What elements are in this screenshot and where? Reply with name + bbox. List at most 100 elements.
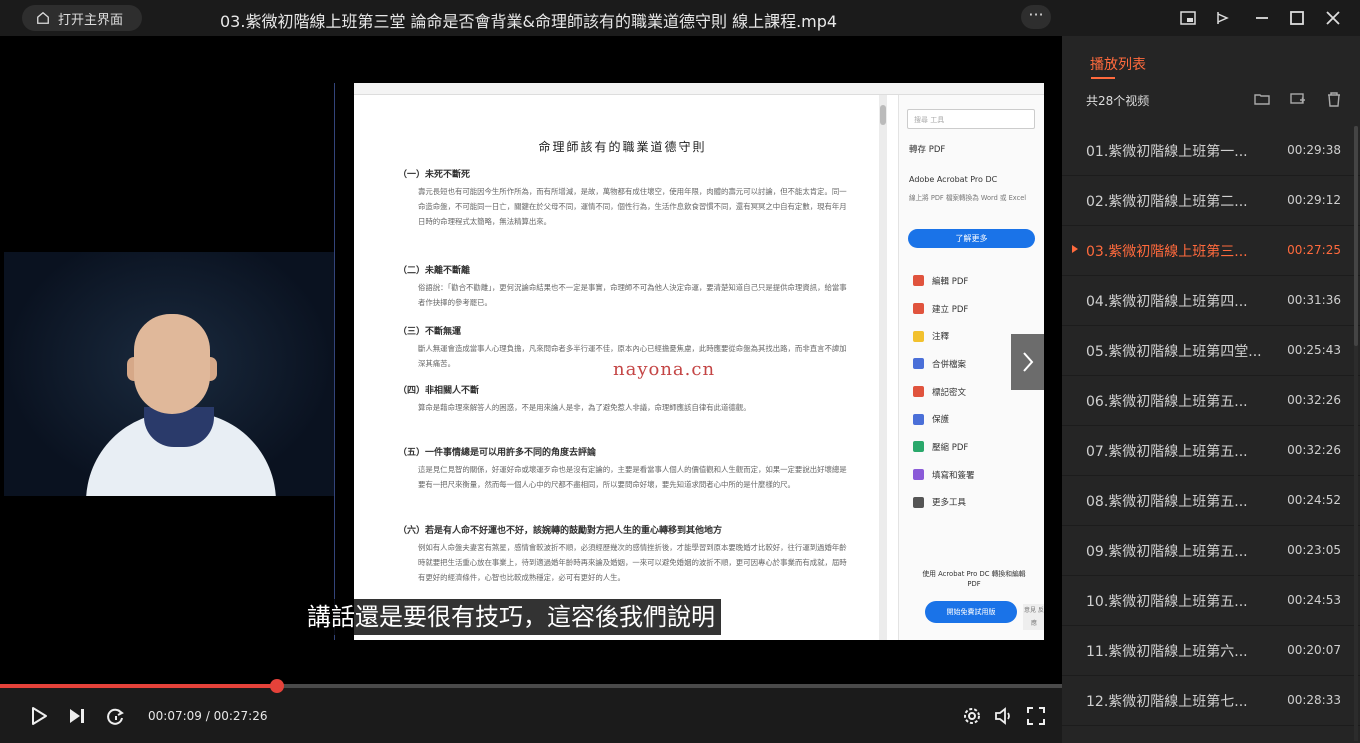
next-track-button[interactable] (65, 704, 89, 728)
video-count: 共28个视频 (1086, 94, 1150, 108)
subtitle-caption: 講話還是要很有技巧，這容後我們說明 (301, 599, 721, 635)
loop-icon (107, 708, 124, 725)
list-item[interactable]: 08.紫微初階線上班第五... 00:24:52 (1062, 476, 1360, 526)
skip-next-icon (70, 709, 84, 723)
compress-icon (913, 441, 924, 453)
comment-icon (913, 330, 924, 342)
open-main-window-button[interactable]: 打开主界面 (22, 5, 142, 31)
list-item[interactable]: 02.紫微初階線上班第二... 00:29:12 (1062, 176, 1360, 226)
product-name: Adobe Acrobat Pro DC (909, 175, 998, 184)
list-item-now-playing[interactable]: 03.紫微初階線上班第三... 00:27:25 (1062, 226, 1360, 276)
open-folder-button[interactable] (1254, 91, 1270, 107)
chevron-right-icon (1022, 352, 1033, 372)
shield-icon (913, 413, 924, 425)
pin-icon (1217, 12, 1229, 24)
sign-icon (913, 469, 924, 481)
section-5: （五）一件事情總是可以用許多不同的角度去評論 這是見仁見智的關係，好運好命或壞運… (398, 448, 847, 489)
feedback-tab: 意見 反應 (1023, 604, 1044, 630)
close-icon (1326, 11, 1340, 25)
edit-pdf-icon (913, 275, 924, 287)
section-2: （二）未離不斷離 俗語說：「勸合不勸離」，更何況論命結果也不一定是事實，命理師不… (398, 266, 847, 307)
presenter-webcam (4, 252, 334, 496)
time-display: 00:07:09 / 00:27:26 (148, 709, 267, 723)
list-item[interactable]: 04.紫微初階線上班第四... 00:31:36 (1062, 276, 1360, 326)
player-controls: 00:07:09 / 00:27:26 (0, 679, 1062, 743)
volume-button[interactable] (993, 705, 1015, 727)
play-icon (32, 707, 47, 725)
video-title: 03.紫微初階線上班第三堂 論命是否會背業&命理師該有的職業道德守則 線上課程.… (220, 12, 838, 31)
product-description: 線上將 PDF 檔案轉換為 Word 或 Excel (909, 194, 1027, 202)
now-playing-icon (1072, 245, 1078, 253)
learn-more-button: 了解更多 (908, 229, 1035, 248)
folder-icon (1254, 94, 1270, 105)
list-item[interactable]: 01.紫微初階線上班第一... 00:29:38 (1062, 126, 1360, 176)
tool-item: 標記密文 (913, 378, 975, 406)
section-6: （六）若是有人命不好運也不好，該婉轉的鼓勵對方把人生的重心轉移到其他地方 例如有… (398, 526, 847, 582)
picture-in-picture-icon (1180, 11, 1196, 25)
gear-icon (964, 708, 980, 724)
total-time: 00:27:26 (213, 709, 268, 723)
list-item[interactable]: 11.紫微初階線上班第六... 00:20:07 (1062, 626, 1360, 676)
trash-icon (1328, 92, 1340, 107)
promo-text: 使用 Acrobat Pro DC 轉換和編輯 PDF (922, 570, 1026, 588)
fullscreen-icon (1027, 707, 1045, 725)
tab-playlist[interactable]: 播放列表 (1090, 54, 1146, 74)
volume-icon (995, 707, 1010, 725)
free-trial-button: 開始免費試用版 (925, 601, 1017, 623)
progress-played (0, 684, 278, 688)
combine-files-icon (913, 358, 924, 370)
tool-item: 填寫和簽署 (913, 461, 975, 489)
playlist-add-icon (1290, 93, 1305, 104)
open-main-window-label: 打开主界面 (58, 12, 124, 28)
tool-item: 注釋 (913, 322, 975, 350)
more-options-button[interactable]: ··· (1021, 5, 1051, 29)
section-1: （一）未死不斷死 壽元長短也有可能因今生所作所為，而有所增減，是故，萬物都有成住… (398, 170, 847, 226)
close-button[interactable] (1321, 6, 1345, 30)
pin-on-top-button[interactable] (1211, 6, 1235, 30)
loop-mode-button[interactable] (103, 704, 127, 728)
clear-list-button[interactable] (1326, 91, 1342, 107)
playlist-panel: 播放列表 共28个视频 01.紫微初階線上班第一... 00:29:38 02.紫… (1062, 36, 1360, 743)
list-item[interactable]: 09.紫微初階線上班第五... 00:23:05 (1062, 526, 1360, 576)
next-video-button[interactable] (1011, 334, 1044, 390)
list-item[interactable]: 07.紫微初階線上班第五... 00:32:26 (1062, 426, 1360, 476)
time-separator: / (201, 709, 214, 723)
fullscreen-button[interactable] (1025, 705, 1047, 727)
more-tools-icon (913, 496, 924, 508)
watermark: nayona.cn (613, 359, 716, 380)
list-item[interactable]: 10.紫微初階線上班第五... 00:24:53 (1062, 576, 1360, 626)
home-icon (37, 11, 49, 24)
progress-handle[interactable] (270, 679, 285, 693)
settings-button[interactable] (961, 705, 983, 727)
redact-icon (913, 386, 924, 398)
minimize-button[interactable] (1250, 6, 1274, 30)
play-button[interactable] (27, 704, 51, 728)
tool-search-field: 搜尋 工具 (907, 109, 1035, 129)
tool-item: 保護 (913, 405, 975, 433)
playlist-scrollbar[interactable] (1354, 126, 1358, 741)
document-title: 命理師該有的職業道德守則 (538, 140, 707, 154)
title-bar: 打开主界面 03.紫微初階線上班第三堂 論命是否會背業&命理師該有的職業道德守則… (0, 0, 1360, 36)
presenter-face (134, 314, 210, 414)
video-frame[interactable]: 命理師該有的職業道德守則 （一）未死不斷死 壽元長短也有可能因今生所作所為，而有… (0, 36, 1062, 686)
pdf-scrollbar (879, 95, 887, 640)
export-pdf-label: 轉存 PDF (909, 145, 946, 155)
list-item[interactable]: 05.紫微初階線上班第四堂... 00:25:43 (1062, 326, 1360, 376)
tool-list: 編輯 PDF 建立 PDF 注釋 合併檔案 標記密文 保護 壓縮 PDF 填寫和… (913, 267, 975, 516)
list-item[interactable]: 12.紫微初階線上班第七... 00:28:33 (1062, 676, 1360, 726)
tool-item: 更多工具 (913, 489, 975, 517)
create-pdf-icon (913, 303, 924, 315)
tool-item: 編輯 PDF (913, 267, 975, 295)
playlist: 01.紫微初階線上班第一... 00:29:38 02.紫微初階線上班第二... 0… (1062, 126, 1360, 726)
add-to-list-button[interactable] (1290, 91, 1306, 107)
current-time: 00:07:09 (148, 709, 202, 723)
tool-item: 建立 PDF (913, 295, 975, 323)
maximize-button[interactable] (1285, 6, 1309, 30)
pdf-toolbar (354, 83, 1044, 95)
maximize-icon (1290, 11, 1304, 25)
picture-in-picture-button[interactable] (1176, 6, 1200, 30)
minimize-icon (1256, 17, 1268, 19)
tool-item: 壓縮 PDF (913, 433, 975, 461)
list-item[interactable]: 06.紫微初階線上班第五... 00:32:26 (1062, 376, 1360, 426)
progress-bar[interactable] (0, 679, 1062, 693)
